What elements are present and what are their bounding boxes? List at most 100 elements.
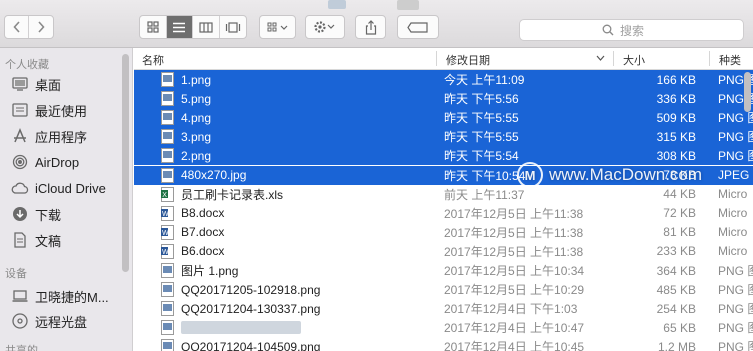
- column-divider[interactable]: [709, 51, 710, 66]
- desktop-icon: [11, 75, 29, 93]
- arrange-button[interactable]: [259, 15, 296, 39]
- column-date-header[interactable]: 修改日期: [446, 52, 490, 68]
- icon-view-button[interactable]: [140, 16, 167, 38]
- file-date: 2017年12月5日 上午11:38: [444, 225, 584, 240]
- scrollbar-thumb[interactable]: [744, 72, 751, 112]
- share-button[interactable]: [355, 15, 386, 39]
- file-name: 4.png: [181, 110, 212, 125]
- file-name: B6.docx: [181, 244, 225, 259]
- forward-button[interactable]: [29, 16, 53, 38]
- search-input[interactable]: 搜索: [519, 19, 744, 41]
- file-name: 480x270.jpg: [181, 168, 247, 182]
- sidebar-item-desktop[interactable]: 桌面: [11, 74, 61, 94]
- file-row[interactable]: 图片 1.png2017年12月5日 上午10:34364 KBPNG 图: [134, 261, 753, 280]
- tag-button[interactable]: [397, 15, 439, 39]
- file-row[interactable]: 5.png昨天 下午5:56336 KBPNG 图: [134, 89, 753, 109]
- file-date: 昨天 下午10:54: [444, 168, 526, 183]
- file-row[interactable]: QQ20171205-102918.png 2017年12月5日 上午10:29 4…: [134, 280, 753, 299]
- svg-text:W: W: [162, 230, 169, 237]
- image-file-icon: [161, 148, 174, 164]
- gallery-view-button[interactable]: [220, 16, 246, 38]
- svg-text:W: W: [162, 211, 169, 218]
- sidebar-item-downloads[interactable]: 下载: [11, 204, 61, 224]
- file-size: 254 KB: [656, 301, 696, 316]
- image-file-icon: [161, 110, 174, 126]
- file-list-scrollbar[interactable]: [742, 70, 753, 351]
- sidebar-item-label: 应用程序: [35, 129, 88, 145]
- column-divider[interactable]: [436, 51, 437, 66]
- column-divider[interactable]: [613, 51, 614, 66]
- sidebar-item-icloud-drive[interactable]: iCloud Drive: [11, 178, 106, 198]
- word-file-icon: W: [161, 224, 174, 240]
- column-kind-header[interactable]: 种类: [719, 52, 741, 68]
- sidebar-item-label: 最近使用: [35, 103, 88, 119]
- recents-icon: [11, 101, 29, 119]
- action-button[interactable]: [305, 15, 345, 39]
- file-row[interactable]: W B6.docx 2017年12月5日 上午11:38 233 KB Micro: [134, 242, 753, 261]
- file-size: 72 KB: [663, 206, 696, 221]
- file-date: 2017年12月5日 上午11:38: [444, 206, 584, 221]
- file-name: B7.docx: [181, 225, 225, 240]
- nav-buttons: [4, 15, 54, 39]
- file-name: 2.png: [181, 148, 212, 163]
- file-size: 509 KB: [656, 110, 696, 125]
- watermark: M www.MacDown.com: [517, 162, 702, 188]
- file-size: 336 KB: [656, 91, 696, 106]
- file-row[interactable]: QQ20171204-104509.png 2017年12月4日 上午10:45 1…: [134, 337, 753, 351]
- column-name-header[interactable]: 名称: [142, 52, 164, 68]
- view-mode-segment: [139, 15, 247, 39]
- sidebar-item-recents[interactable]: 最近使用: [11, 100, 87, 120]
- file-row[interactable]: 4.png昨天 下午5:55509 KBPNG 图: [134, 108, 753, 128]
- column-header: 名称 修改日期 大小 种类: [134, 48, 753, 70]
- sidebar-scrollbar[interactable]: [122, 54, 129, 272]
- grid-icon: [147, 21, 159, 33]
- blurred-region: [397, 0, 419, 10]
- image-file-icon: [161, 129, 174, 145]
- sidebar-item-label: 桌面: [35, 77, 62, 93]
- sidebar-item-airdrop[interactable]: AirDrop: [11, 152, 79, 172]
- gear-icon: [314, 21, 335, 33]
- sidebar-item-remote-disc[interactable]: 远程光盘: [11, 311, 87, 331]
- file-date: 2017年12月4日 下午1:03: [444, 302, 578, 317]
- file-size: 1.2 MB: [657, 339, 696, 351]
- image-file-icon: [161, 301, 174, 317]
- tag-icon: [407, 21, 428, 33]
- image-file-icon: [161, 72, 174, 87]
- file-date: 昨天 下午5:54: [444, 149, 519, 164]
- list-view-button[interactable]: [166, 16, 193, 38]
- sidebar-item-computer[interactable]: 卫晓捷的M...: [11, 286, 109, 306]
- file-row[interactable]: W B8.docx 2017年12月5日 上午11:38 72 KB Micro: [134, 204, 753, 223]
- watermark-logo-icon: M: [517, 162, 543, 188]
- download-icon: [11, 205, 29, 223]
- gallery-icon: [225, 21, 240, 33]
- list-icon: [173, 22, 186, 32]
- sidebar-item-label: 远程光盘: [35, 314, 88, 330]
- file-row[interactable]: 3.png昨天 下午5:55315 KBPNG 图: [134, 127, 753, 147]
- svg-text:W: W: [162, 249, 169, 256]
- image-file-icon: [161, 339, 174, 351]
- file-size: 166 KB: [656, 72, 696, 87]
- arrange-grid-icon: [267, 22, 287, 32]
- file-name: 3.png: [181, 129, 212, 144]
- file-row[interactable]: 1.png今天 上午11:09166 KBPNG 图: [134, 70, 753, 89]
- disc-icon: [11, 312, 29, 330]
- back-button[interactable]: [5, 16, 29, 38]
- column-view-button[interactable]: [193, 16, 220, 38]
- file-date: 前天 上午11:37: [444, 187, 525, 202]
- sidebar-item-applications[interactable]: 应用程序: [11, 126, 87, 146]
- file-row[interactable]: 2017年12月4日 上午10:4765 KBPNG 图: [134, 318, 753, 337]
- sidebar-item-label: AirDrop: [35, 154, 80, 170]
- sidebar-item-documents[interactable]: 文稿: [11, 230, 61, 250]
- file-name: 图片 1.png: [181, 264, 239, 278]
- file-row[interactable]: W B7.docx 2017年12月5日 上午11:38 81 KB Micro: [134, 223, 753, 242]
- file-row[interactable]: QQ20171204-130337.png 2017年12月4日 下午1:03 25…: [134, 299, 753, 318]
- search-icon: [602, 24, 614, 36]
- file-date: 今天 上午11:09: [444, 73, 525, 87]
- file-list: 1.png今天 上午11:09166 KBPNG 图5.png昨天 下午5:56…: [134, 70, 753, 351]
- columns-icon: [199, 21, 213, 33]
- file-date: 2017年12月5日 上午10:29: [444, 283, 585, 298]
- file-name: QQ20171205-102918.png: [181, 282, 321, 297]
- sidebar: 个人收藏 桌面 最近使用 应用程序 AirDrop iCloud Drive 下…: [0, 48, 133, 351]
- column-size-header[interactable]: 大小: [623, 52, 645, 68]
- file-name: 1.png: [181, 72, 212, 87]
